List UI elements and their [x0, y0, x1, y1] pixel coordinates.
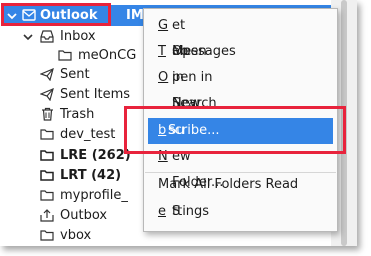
- menu-item-get-messages[interactable]: Get Messages: [144, 13, 337, 59]
- folder-label: myprofile_: [60, 188, 128, 203]
- highlight-box-outlook: [1, 3, 111, 26]
- folder-label: Outbox: [60, 208, 108, 223]
- folder-icon: [40, 127, 54, 141]
- folder-icon: [58, 48, 72, 62]
- folder-label: Sent: [60, 67, 90, 82]
- sent-icon: [40, 87, 54, 101]
- menu-item-mark-all-read[interactable]: Mark All Folders Read: [144, 172, 337, 198]
- sent-icon: [40, 67, 54, 81]
- folder-label: LRT (42): [60, 168, 122, 183]
- folder-icon: [40, 228, 54, 242]
- folder-icon: [40, 188, 54, 202]
- folder-label: LRE (262): [60, 148, 131, 163]
- folder-label: meOnCG: [78, 48, 137, 63]
- folder-label: dev_test: [60, 127, 116, 142]
- folder-label: vbox: [60, 228, 92, 243]
- folder-label: Trash: [60, 107, 95, 122]
- menu-item-settings[interactable]: Se ttings: [144, 199, 337, 225]
- folder-label: Sent Items: [60, 87, 131, 102]
- folder-icon: [40, 148, 54, 162]
- folder-pane-window: Outlook IMAP) Inbox meOnCG Sent: [0, 0, 357, 246]
- trash-icon: [40, 107, 54, 121]
- folder-icon: [40, 168, 54, 182]
- folder-label: Inbox: [60, 29, 96, 44]
- highlight-box-subscribe: [124, 106, 346, 154]
- outbox-icon: [40, 208, 54, 222]
- menu-item-open-new-tab[interactable]: Open in New Tab: [144, 39, 337, 111]
- inbox-icon: [40, 29, 54, 43]
- menu-item-open-new-window[interactable]: Open in New Window: [144, 65, 337, 137]
